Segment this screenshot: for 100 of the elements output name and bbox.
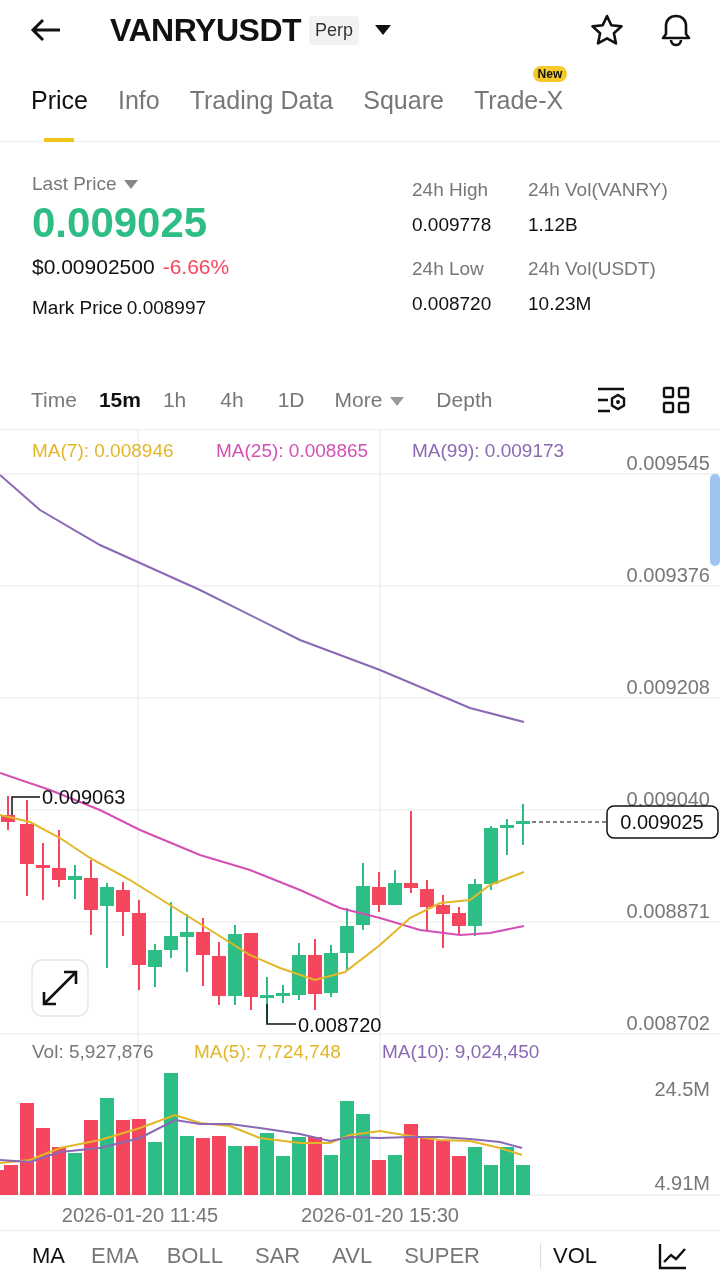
price-change: -6.66% [162, 253, 230, 280]
candle [164, 901, 178, 959]
candle [276, 984, 290, 1004]
last-price: 0.009025 [32, 198, 209, 247]
time-axis-label: 2026-01-20 15:30 [301, 1204, 459, 1226]
tab[interactable]: Trading Data [189, 59, 334, 142]
candle [452, 906, 466, 935]
candle [292, 942, 306, 1001]
mark-price: 0.008997 [126, 296, 207, 321]
volume-bar [36, 1128, 50, 1195]
leader-line [266, 1003, 297, 1025]
volume-bar [468, 1147, 482, 1195]
price-label: 0.008720 [298, 1014, 382, 1036]
candle [324, 944, 338, 998]
tab[interactable]: Price [31, 59, 88, 142]
indicator-tab[interactable]: SUPER [404, 1239, 480, 1272]
candle [36, 842, 50, 901]
interval-tab[interactable]: 15m [98, 383, 141, 416]
candle [116, 881, 130, 937]
ma-legend: MA(25): 0.008865 [216, 440, 369, 461]
candle [212, 941, 226, 1006]
volume-bar [436, 1141, 450, 1195]
candle [52, 829, 66, 888]
indicator-tab[interactable]: SAR [254, 1239, 301, 1272]
indicator-tab[interactable]: AVL [332, 1239, 373, 1272]
expand-button[interactable] [31, 959, 89, 1017]
volume-bar [372, 1160, 386, 1195]
tab[interactable]: Square [363, 59, 444, 142]
volume-legend: Vol: 5,927,876 [32, 1041, 154, 1062]
volume-bar [500, 1147, 514, 1195]
indicator-tab[interactable]: MA [32, 1239, 65, 1272]
stat-value: 1.12B [528, 212, 579, 237]
grid-icon[interactable] [662, 385, 690, 414]
ma-legend: MA(7): 0.008946 [32, 440, 174, 461]
leader-line [11, 796, 41, 816]
candle [356, 862, 370, 931]
interval-tab[interactable]: 1D [277, 383, 305, 416]
chart-icon[interactable] [658, 1241, 688, 1270]
volume-bar [516, 1165, 530, 1195]
current-price-label: 0.009025 [620, 811, 704, 833]
volume-bar [420, 1137, 434, 1195]
interval-tab[interactable]: 1h [162, 383, 187, 416]
time-axis-label: 2026-01-20 11:45 [61, 1204, 219, 1226]
contract-badge: Perp [309, 15, 360, 45]
volume-bar [260, 1133, 274, 1195]
volume-bar [68, 1153, 82, 1195]
last-price-label: Last Price [32, 172, 117, 196]
mark-price-label: Mark Price [32, 296, 123, 321]
volume-bar [244, 1146, 258, 1195]
volume-bar [180, 1136, 194, 1195]
price-axis-label: 0.008702 [626, 1012, 710, 1034]
interval-tab[interactable]: Depth [436, 383, 493, 416]
candle [196, 917, 210, 987]
candle [340, 907, 354, 971]
volume-axis-label: 24.5M [654, 1078, 710, 1100]
pair-title: VANRYUSDT [110, 11, 302, 50]
candle [420, 879, 434, 931]
volume-bar [212, 1136, 226, 1195]
candle [388, 869, 402, 906]
caret-icon [390, 396, 405, 406]
stat-value: 10.23M [528, 291, 593, 316]
new-badge: New [532, 65, 568, 82]
volume-bar [52, 1147, 66, 1195]
star-icon[interactable] [590, 14, 624, 46]
candle [500, 818, 514, 856]
price-axis-label: 0.009208 [626, 676, 710, 698]
stat-value: 0.008720 [412, 291, 493, 316]
indicator-tab[interactable]: EMA [91, 1239, 139, 1272]
candle [372, 871, 386, 913]
volume-legend: MA(5): 7,724,748 [194, 1041, 341, 1062]
volume-bar [292, 1137, 306, 1195]
interval-tab[interactable]: More [334, 383, 405, 416]
candle [148, 943, 162, 988]
volume-bar [276, 1156, 290, 1195]
scrollbar[interactable] [710, 474, 720, 566]
back-icon[interactable] [30, 18, 62, 42]
stat-label: 24h Low [412, 257, 485, 281]
candle [436, 894, 450, 949]
indicator-settings-icon[interactable] [596, 385, 628, 414]
candle [516, 803, 530, 846]
tab[interactable]: Info [117, 59, 160, 142]
price-axis-label: 0.008871 [626, 900, 710, 922]
volume-bar [404, 1124, 418, 1195]
bell-icon[interactable] [660, 13, 692, 47]
stat-label: 24h Vol(VANRY) [528, 178, 669, 202]
indicator-tab[interactable]: BOLL [166, 1239, 223, 1272]
indicator-tab[interactable]: VOL [552, 1239, 597, 1272]
volume-legend: MA(10): 9,024,450 [382, 1041, 540, 1062]
caret-icon[interactable] [375, 25, 392, 35]
stat-value: 0.009778 [412, 212, 493, 237]
volume-bar [308, 1137, 322, 1195]
interval-tab[interactable]: Time [31, 383, 77, 416]
volume-bar [452, 1156, 466, 1195]
interval-tab[interactable]: 4h [220, 383, 244, 416]
volume-axis-label: 4.91M [654, 1172, 710, 1194]
stat-label: 24h Vol(USDT) [528, 257, 657, 281]
candle [180, 913, 194, 973]
volume-bar [484, 1165, 498, 1195]
stat-label: 24h High [412, 178, 490, 202]
volume-bar [148, 1142, 162, 1195]
